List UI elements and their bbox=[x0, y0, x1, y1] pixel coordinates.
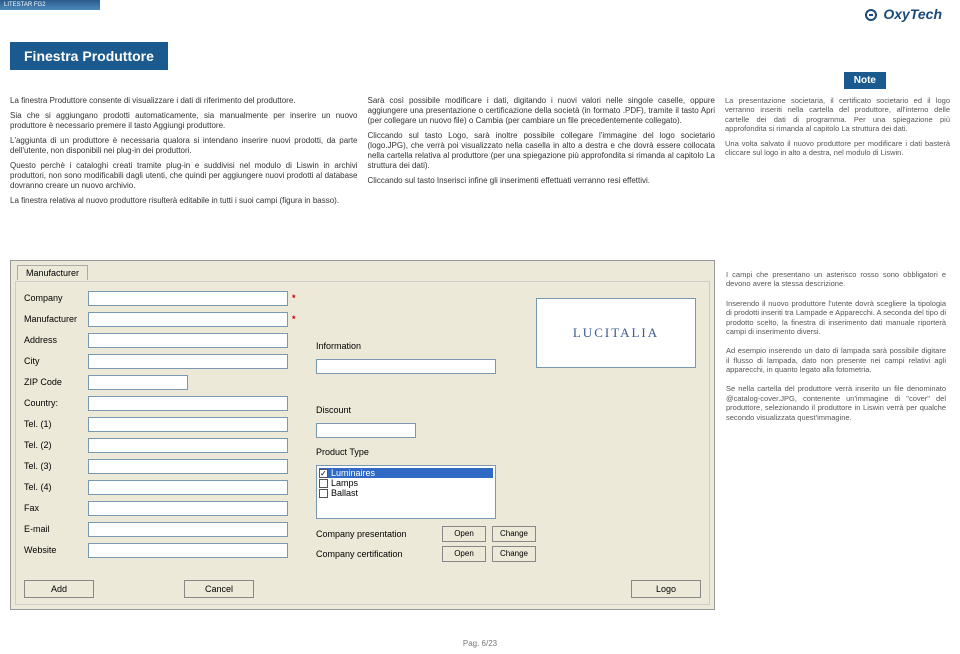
tel4-field[interactable] bbox=[88, 480, 288, 495]
information-field[interactable] bbox=[316, 359, 496, 374]
label-country: Country: bbox=[24, 398, 88, 408]
label-tel4: Tel. (4) bbox=[24, 482, 88, 492]
col2-p1: Sarà così possibile modificare i dati, d… bbox=[368, 96, 716, 126]
rnote-p3: Ad esempio inserendo un dato di lampada … bbox=[726, 346, 946, 374]
add-button[interactable]: Add bbox=[24, 580, 94, 598]
label-manufacturer: Manufacturer bbox=[24, 314, 88, 324]
col1-p3: L'aggiunta di un produttore è necessaria… bbox=[10, 136, 358, 156]
label-certification: Company certification bbox=[316, 549, 436, 559]
rnote-p1: I campi che presentano un asterisco ross… bbox=[726, 270, 946, 289]
company-field[interactable] bbox=[88, 291, 288, 306]
label-website: Website bbox=[24, 545, 88, 555]
change-presentation-button[interactable]: Change bbox=[492, 526, 536, 542]
label-company: Company bbox=[24, 293, 88, 303]
list-item: Luminaires bbox=[319, 468, 493, 478]
column-3-notes: La presentazione societaria, il certific… bbox=[725, 96, 950, 211]
col2-p3: Cliccando sul tasto Inserisci infine gli… bbox=[368, 176, 716, 186]
app-header-text: LITESTAR FG2 bbox=[4, 2, 46, 8]
col2-p2: Cliccando sul tasto Logo, sarà inoltre p… bbox=[368, 131, 716, 171]
zip-field[interactable] bbox=[88, 375, 188, 390]
fax-field[interactable] bbox=[88, 501, 288, 516]
label-tel1: Tel. (1) bbox=[24, 419, 88, 429]
dialog-body: Company * Manufacturer * Address City ZIP … bbox=[15, 281, 710, 605]
column-1: La finestra Produttore consente di visua… bbox=[10, 96, 358, 211]
label-email: E-mail bbox=[24, 524, 88, 534]
manufacturer-field[interactable] bbox=[88, 312, 288, 327]
right-side-notes: I campi che presentano un asterisco ross… bbox=[726, 270, 946, 432]
app-header-bar: LITESTAR FG2 bbox=[0, 0, 100, 10]
brand-name: OxyTech bbox=[883, 6, 942, 22]
tab-manufacturer[interactable]: Manufacturer bbox=[17, 265, 88, 280]
page-title: Finestra Produttore bbox=[10, 42, 168, 70]
tel3-field[interactable] bbox=[88, 459, 288, 474]
asterisk-icon: * bbox=[292, 314, 296, 324]
label-presentation: Company presentation bbox=[316, 529, 436, 539]
middle-fields: Information Discount Product Type Lumina… bbox=[316, 290, 516, 519]
label-city: City bbox=[24, 356, 88, 366]
col3-p1: La presentazione societaria, il certific… bbox=[725, 96, 950, 134]
logo-button[interactable]: Logo bbox=[631, 580, 701, 598]
checkbox-icon[interactable] bbox=[319, 469, 328, 478]
checkbox-icon[interactable] bbox=[319, 489, 328, 498]
tel1-field[interactable] bbox=[88, 417, 288, 432]
label-information: Information bbox=[316, 341, 380, 351]
col1-p1: La finestra Produttore consente di visua… bbox=[10, 96, 358, 106]
file-rows: Company presentation Open Change Company… bbox=[316, 526, 536, 566]
note-heading: Note bbox=[844, 72, 886, 89]
brand-logo-icon bbox=[865, 9, 877, 21]
discount-field[interactable] bbox=[316, 423, 416, 438]
rnote-p4: Se nella cartella del produttore verrà i… bbox=[726, 384, 946, 422]
col1-p5: La finestra relativa al nuovo produttore… bbox=[10, 196, 358, 206]
col3-p2: Una volta salvato il nuovo produttore pe… bbox=[725, 139, 950, 158]
asterisk-icon: * bbox=[292, 293, 296, 303]
page-footer: Pag. 6/23 bbox=[0, 639, 960, 648]
cancel-button[interactable]: Cancel bbox=[184, 580, 254, 598]
column-2: Sarà così possibile modificare i dati, d… bbox=[368, 96, 716, 211]
open-certification-button[interactable]: Open bbox=[442, 546, 486, 562]
list-item: Lamps bbox=[319, 478, 493, 488]
open-presentation-button[interactable]: Open bbox=[442, 526, 486, 542]
change-certification-button[interactable]: Change bbox=[492, 546, 536, 562]
email-field[interactable] bbox=[88, 522, 288, 537]
checkbox-icon[interactable] bbox=[319, 479, 328, 488]
website-field[interactable] bbox=[88, 543, 288, 558]
brand-logo: OxyTech bbox=[865, 6, 942, 22]
label-address: Address bbox=[24, 335, 88, 345]
tel2-field[interactable] bbox=[88, 438, 288, 453]
label-discount: Discount bbox=[316, 405, 380, 415]
rnote-p2: Inserendo il nuovo produttore l'utente d… bbox=[726, 299, 946, 337]
label-tel3: Tel. (3) bbox=[24, 461, 88, 471]
label-producttype: Product Type bbox=[316, 447, 396, 457]
address-field[interactable] bbox=[88, 333, 288, 348]
text-columns: La finestra Produttore consente di visua… bbox=[10, 96, 950, 211]
dialog-bottom-bar: Add Cancel Logo bbox=[24, 580, 701, 598]
col1-p4: Questo perchè i cataloghi creati tramite… bbox=[10, 161, 358, 191]
product-type-list[interactable]: Luminaires Lamps Ballast bbox=[316, 465, 496, 519]
country-field[interactable] bbox=[88, 396, 288, 411]
manufacturer-dialog: Manufacturer Company * Manufacturer * Addr… bbox=[10, 260, 715, 610]
city-field[interactable] bbox=[88, 354, 288, 369]
col1-p2: Sia che si aggiungano prodotti automatic… bbox=[10, 111, 358, 131]
label-tel2: Tel. (2) bbox=[24, 440, 88, 450]
label-fax: Fax bbox=[24, 503, 88, 513]
logo-preview: LUCITALIA bbox=[536, 298, 696, 368]
list-item: Ballast bbox=[319, 488, 493, 498]
label-zip: ZIP Code bbox=[24, 377, 88, 387]
